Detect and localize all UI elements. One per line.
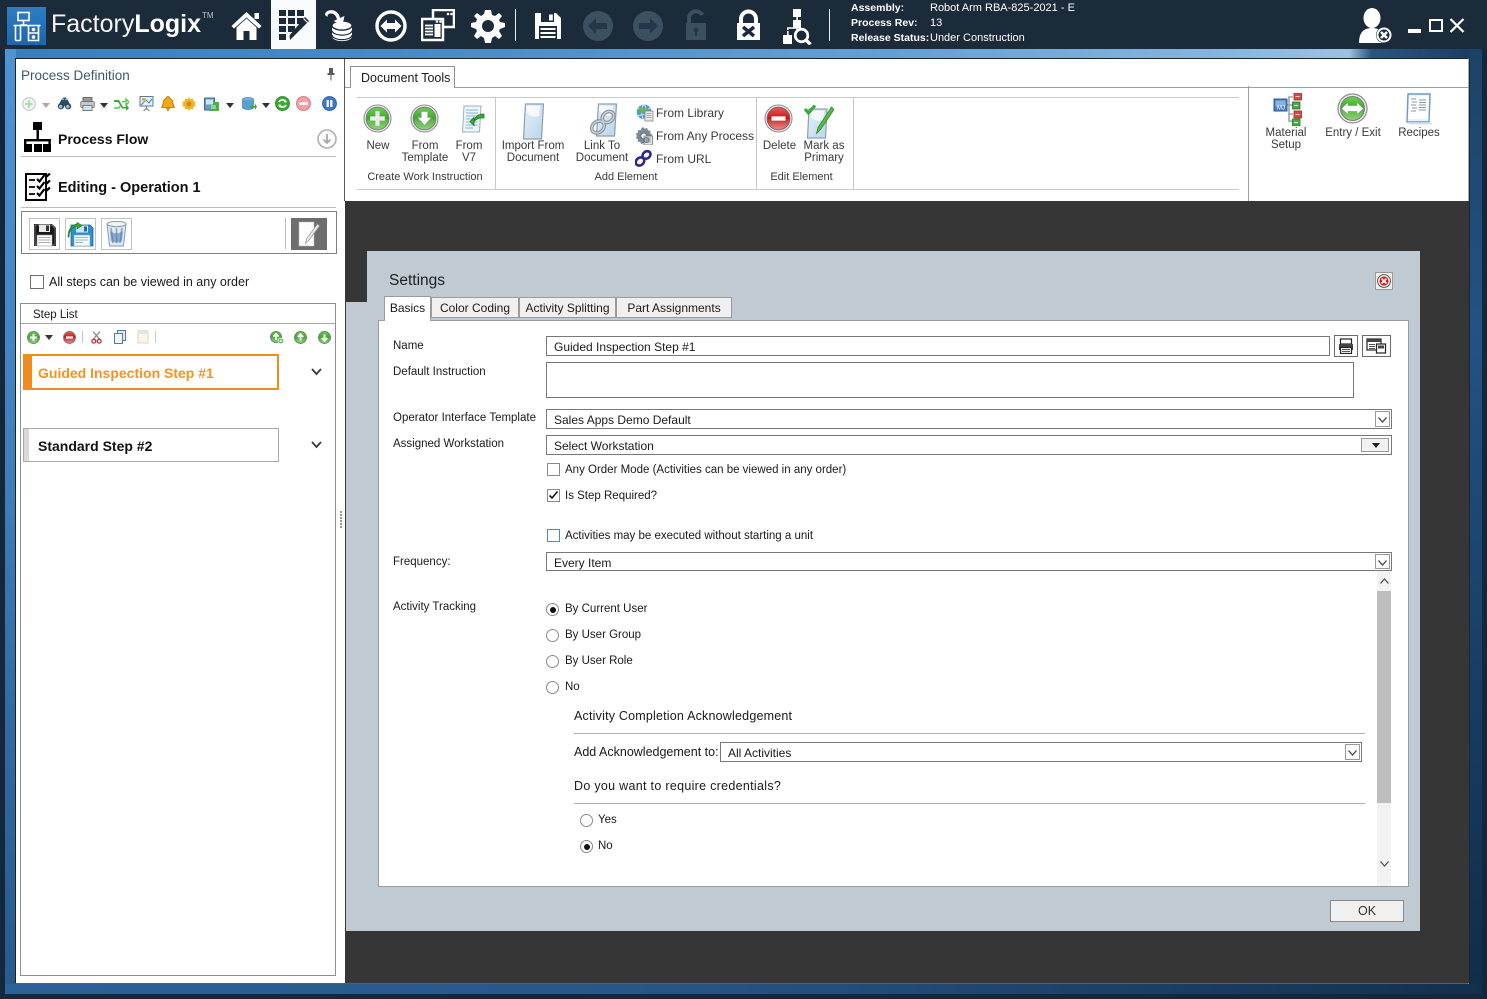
svg-text:MJ: MJ <box>1277 106 1285 112</box>
